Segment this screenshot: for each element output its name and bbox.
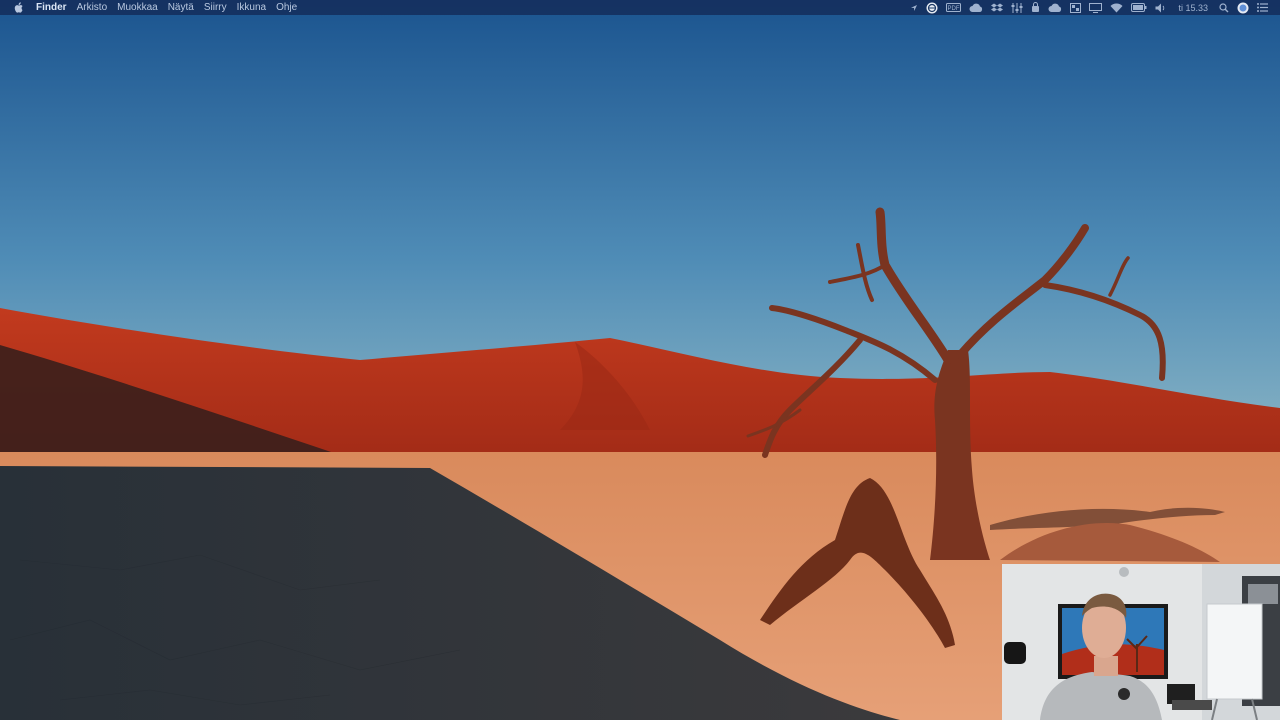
vpn-globe-icon[interactable] xyxy=(926,0,938,15)
menu-bar-clock[interactable]: ti 15.33 xyxy=(1178,3,1208,13)
menu-bar-left: Finder Arkisto Muokkaa Näytä Siirry Ikku… xyxy=(0,0,302,15)
menu-ikkuna[interactable]: Ikkuna xyxy=(232,0,271,15)
dashboard-icon[interactable] xyxy=(1070,0,1082,15)
creative-cloud-icon[interactable] xyxy=(969,0,983,15)
display-icon[interactable] xyxy=(1089,0,1103,15)
menu-siirry[interactable]: Siirry xyxy=(199,0,232,15)
menu-muokkaa[interactable]: Muokkaa xyxy=(112,0,163,15)
menu-ohje[interactable]: Ohje xyxy=(271,0,302,15)
location-arrow-icon[interactable] xyxy=(910,0,918,15)
dropbox-icon[interactable] xyxy=(991,0,1004,15)
webcam-overlay xyxy=(1002,564,1280,720)
battery-icon[interactable] xyxy=(1131,0,1147,15)
menu-finder[interactable]: Finder xyxy=(31,0,72,15)
menu-bar-extras: PDF ti 15.33 xyxy=(906,0,1280,15)
search-icon[interactable] xyxy=(1219,0,1229,15)
equalizer-icon[interactable] xyxy=(1011,0,1023,15)
siri-icon[interactable] xyxy=(1237,0,1249,15)
pdf-icon[interactable]: PDF xyxy=(946,0,962,15)
svg-text:PDF: PDF xyxy=(948,6,960,12)
volume-icon[interactable] xyxy=(1155,0,1167,15)
menu-bar: Finder Arkisto Muokkaa Näytä Siirry Ikku… xyxy=(0,0,1280,15)
apple-logo-icon[interactable] xyxy=(13,2,23,14)
key-icon[interactable] xyxy=(1031,0,1040,15)
menu-arkisto[interactable]: Arkisto xyxy=(72,0,113,15)
cloud-icon[interactable] xyxy=(1048,0,1062,15)
menu-nayta[interactable]: Näytä xyxy=(163,0,199,15)
presenter-video-feed xyxy=(1002,564,1280,720)
wifi-icon[interactable] xyxy=(1110,0,1123,15)
notification-list-icon[interactable] xyxy=(1257,0,1268,15)
